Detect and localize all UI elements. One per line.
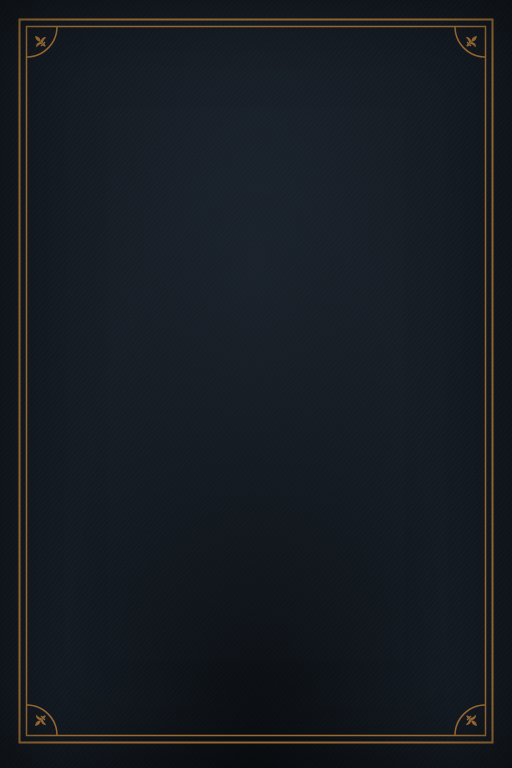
blank-book-cover (0, 0, 512, 768)
outer-border-line (18, 18, 494, 744)
inner-border-line (25, 25, 487, 737)
decorative-border (18, 18, 494, 744)
